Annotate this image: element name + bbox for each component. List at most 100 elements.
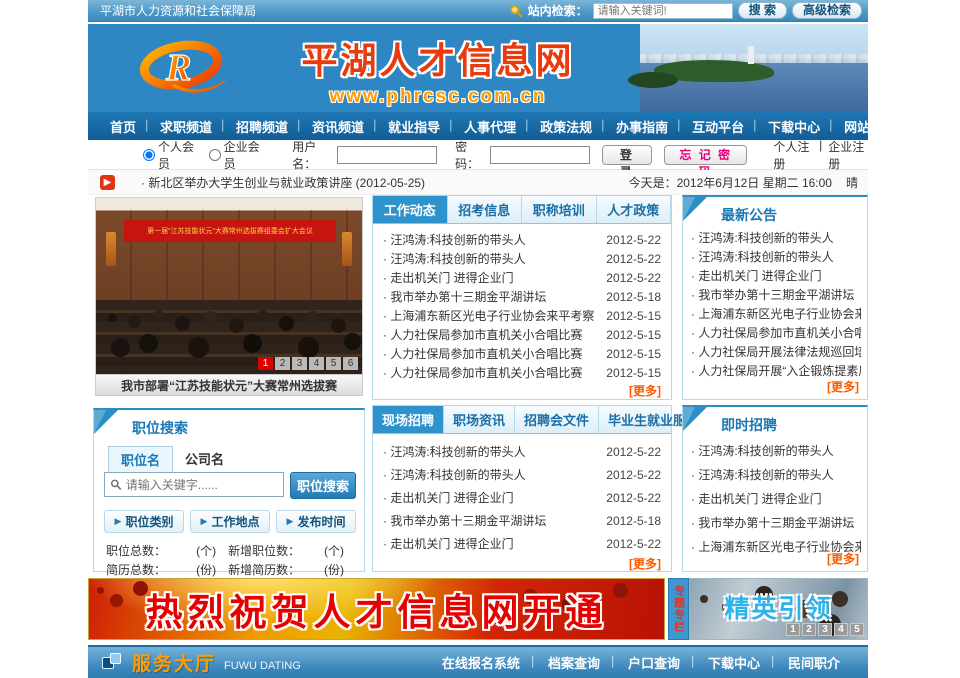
notice-item[interactable]: 人力社保局参加市直机关小合唱比赛 bbox=[691, 324, 861, 343]
service-link[interactable]: 户口查询 bbox=[614, 653, 694, 672]
recruit-tab[interactable]: 职场资讯 bbox=[444, 406, 515, 433]
news-tab[interactable]: 工作动态 bbox=[373, 196, 448, 223]
slideshow-page-button[interactable]: 6 bbox=[343, 357, 358, 370]
notice-item[interactable]: 人力社保局开展法律法规巡回培训 bbox=[691, 343, 861, 362]
celebration-banner[interactable]: 热烈祝贺人才信息网开通 bbox=[88, 578, 665, 640]
elite-page-button[interactable]: 1 bbox=[786, 623, 800, 636]
news-more-link[interactable]: [更多] bbox=[373, 382, 671, 399]
keyword-search-icon bbox=[110, 478, 122, 491]
site-search-input[interactable] bbox=[593, 3, 733, 19]
nav-item[interactable]: 招聘频道 bbox=[224, 117, 300, 136]
slideshow-page-button[interactable]: 4 bbox=[309, 357, 324, 370]
login-button[interactable]: 登 录 bbox=[602, 145, 652, 165]
job-search-button[interactable]: 职位搜索 bbox=[290, 472, 356, 499]
instant-recruit-item[interactable]: 走出机关门 进得企业门 bbox=[691, 487, 861, 511]
password-input[interactable] bbox=[490, 146, 590, 164]
nav-item[interactable]: 互动平台 bbox=[680, 117, 756, 136]
service-link[interactable]: 下载中心 bbox=[694, 653, 774, 672]
news-item[interactable]: 汪鸿涛:科技创新的带头人 2012-5-22 bbox=[383, 249, 661, 268]
news-item[interactable]: 汪鸿涛:科技创新的带头人 2012-5-22 bbox=[383, 230, 661, 249]
job-search-tab[interactable]: 职位名 bbox=[108, 446, 173, 472]
elite-page-button[interactable]: 3 bbox=[818, 623, 832, 636]
slideshow-page-button[interactable]: 3 bbox=[292, 357, 307, 370]
slideshow-photo[interactable]: 第一届“江苏技能状元”大赛常州选拔赛组委会扩大会议 123456 bbox=[95, 197, 363, 375]
nav-item[interactable]: 资讯频道 bbox=[300, 117, 376, 136]
special-column-banner[interactable]: 专题专栏 精英引领 12345 bbox=[668, 578, 868, 640]
search-button[interactable]: 搜 索 bbox=[738, 2, 787, 19]
advanced-search-button[interactable]: 高级检索 bbox=[792, 2, 862, 19]
recruit-item[interactable]: 我市举办第十三期金平湖讲坛 2012-5-18 bbox=[383, 509, 661, 532]
username-input[interactable] bbox=[337, 146, 437, 164]
instant-more-link[interactable]: [更多] bbox=[827, 550, 859, 567]
recruit-item[interactable]: 汪鸿涛:科技创新的带头人 2012-5-22 bbox=[383, 463, 661, 486]
news-item[interactable]: 我市举办第十三期金平湖讲坛 2012-5-18 bbox=[383, 287, 661, 306]
photo-slideshow: 第一届“江苏技能状元”大赛常州选拔赛组委会扩大会议 123456 我市部署“江苏… bbox=[95, 197, 363, 397]
personal-register-link[interactable]: 个人注册 bbox=[773, 138, 813, 172]
elite-page-button[interactable]: 5 bbox=[850, 623, 864, 636]
service-link[interactable]: 民间职介 bbox=[774, 653, 854, 672]
recruit-item[interactable]: 汪鸿涛:科技创新的带头人 2012-5-22 bbox=[383, 440, 661, 463]
service-hall-bar: 服务大厅 FUWU DATING 在线报名系统档案查询户口查询下载中心民间职介 bbox=[88, 645, 868, 678]
job-search-tab[interactable]: 公司名 bbox=[173, 446, 236, 472]
news-item[interactable]: 人力社保局参加市直机关小合唱比赛 2012-5-15 bbox=[383, 344, 661, 363]
service-link[interactable]: 档案查询 bbox=[534, 653, 614, 672]
nav-item[interactable]: 人事代理 bbox=[452, 117, 528, 136]
personal-radio[interactable] bbox=[143, 149, 155, 161]
nav-item[interactable]: 求职频道 bbox=[148, 117, 224, 136]
slideshow-page-button[interactable]: 2 bbox=[275, 357, 290, 370]
notice-item[interactable]: 我市举办第十三期金平湖讲坛 bbox=[691, 286, 861, 305]
news-item[interactable]: 上海浦东新区光电子行业协会来平考察 2012-5-15 bbox=[383, 306, 661, 325]
instant-recruit-title: 即时招聘 bbox=[721, 415, 777, 435]
notice-panel: 最新公告 汪鸿涛:科技创新的带头人汪鸿涛:科技创新的带头人走出机关门 进得企业门… bbox=[682, 195, 868, 400]
filter-dropdown-button[interactable]: ▶职位类别 bbox=[104, 510, 184, 533]
notice-item[interactable]: 汪鸿涛:科技创新的带头人 bbox=[691, 229, 861, 248]
notice-item[interactable]: 上海浦东新区光电子行业协会来平考 bbox=[691, 305, 861, 324]
member-type-personal[interactable]: 个人会员 bbox=[143, 138, 197, 172]
news-item[interactable]: 人力社保局参加市直机关小合唱比赛 2012-5-15 bbox=[383, 363, 661, 382]
keyword-input[interactable] bbox=[126, 478, 278, 492]
nav-item[interactable]: 就业指导 bbox=[376, 117, 452, 136]
news-item[interactable]: 人力社保局参加市直机关小合唱比赛 2012-5-15 bbox=[383, 325, 661, 344]
elite-page-button[interactable]: 2 bbox=[802, 623, 816, 636]
recruit-more-link[interactable]: [更多] bbox=[373, 555, 671, 572]
slideshow-page-button[interactable]: 1 bbox=[258, 357, 273, 370]
svg-text:R: R bbox=[165, 47, 191, 89]
nav-item[interactable]: 政策法规 bbox=[528, 117, 604, 136]
elite-page-button[interactable]: 4 bbox=[834, 623, 848, 636]
job-stats-row: 职位总数： (个) 新增职位数： (个) bbox=[106, 542, 356, 561]
site-search: 站内检索： 搜 索 高级检索 bbox=[509, 2, 862, 19]
panel-corner-decoration bbox=[683, 407, 707, 431]
company-radio[interactable] bbox=[209, 149, 221, 161]
news-item[interactable]: 走出机关门 进得企业门 2012-5-22 bbox=[383, 268, 661, 287]
notice-item[interactable]: 走出机关门 进得企业门 bbox=[691, 267, 861, 286]
slideshow-page-button[interactable]: 5 bbox=[326, 357, 341, 370]
forgot-password-button[interactable]: 忘 记 密 码 bbox=[664, 145, 747, 165]
instant-recruit-item[interactable]: 我市举办第十三期金平湖讲坛 bbox=[691, 511, 861, 535]
instant-recruit-item[interactable]: 汪鸿涛:科技创新的带头人 bbox=[691, 439, 861, 463]
recruit-item[interactable]: 走出机关门 进得企业门 2012-5-22 bbox=[383, 486, 661, 509]
service-link[interactable]: 在线报名系统 bbox=[428, 653, 534, 672]
slideshow-caption[interactable]: 我市部署“江苏技能状元”大赛常州选拔赛 bbox=[95, 375, 363, 396]
recruit-tab[interactable]: 招聘会文件 bbox=[515, 406, 599, 433]
top-bar: 平湖市人力资源和社会保障局 站内检索： 搜 索 高级检索 bbox=[88, 0, 868, 22]
company-register-link[interactable]: 企业注册 bbox=[828, 138, 868, 172]
nav-item[interactable]: 首页 bbox=[98, 117, 148, 136]
news-tab[interactable]: 招考信息 bbox=[448, 196, 523, 223]
recruit-tab[interactable]: 现场招聘 bbox=[373, 406, 444, 433]
notice-more-link[interactable]: [更多] bbox=[827, 378, 859, 395]
nav-item[interactable]: 下载中心 bbox=[756, 117, 832, 136]
news-tab[interactable]: 职称培训 bbox=[522, 196, 597, 223]
instant-recruit-item[interactable]: 汪鸿涛:科技创新的带头人 bbox=[691, 463, 861, 487]
filter-dropdown-button[interactable]: ▶工作地点 bbox=[190, 510, 270, 533]
nav-item[interactable]: 办事指南 bbox=[604, 117, 680, 136]
filter-dropdown-button[interactable]: ▶发布时间 bbox=[276, 510, 356, 533]
notice-item[interactable]: 汪鸿涛:科技创新的带头人 bbox=[691, 248, 861, 267]
news-tab[interactable]: 人才政策 bbox=[597, 196, 672, 223]
member-type-company[interactable]: 企业会员 bbox=[209, 138, 263, 172]
recruit-item[interactable]: 走出机关门 进得企业门 2012-5-22 bbox=[383, 532, 661, 555]
nav-item[interactable]: 网站地图 bbox=[832, 117, 908, 136]
service-hall-title: 服务大厅 bbox=[132, 649, 216, 676]
recruit-tabs: 现场招聘职场资讯招聘会文件毕业生就业服务 bbox=[373, 406, 671, 434]
notice-list: 汪鸿涛:科技创新的带头人汪鸿涛:科技创新的带头人走出机关门 进得企业门我市举办第… bbox=[691, 229, 861, 381]
ticker-news-link[interactable]: 新北区举办大学生创业与就业政策讲座 (2012-05-25) bbox=[141, 174, 425, 191]
